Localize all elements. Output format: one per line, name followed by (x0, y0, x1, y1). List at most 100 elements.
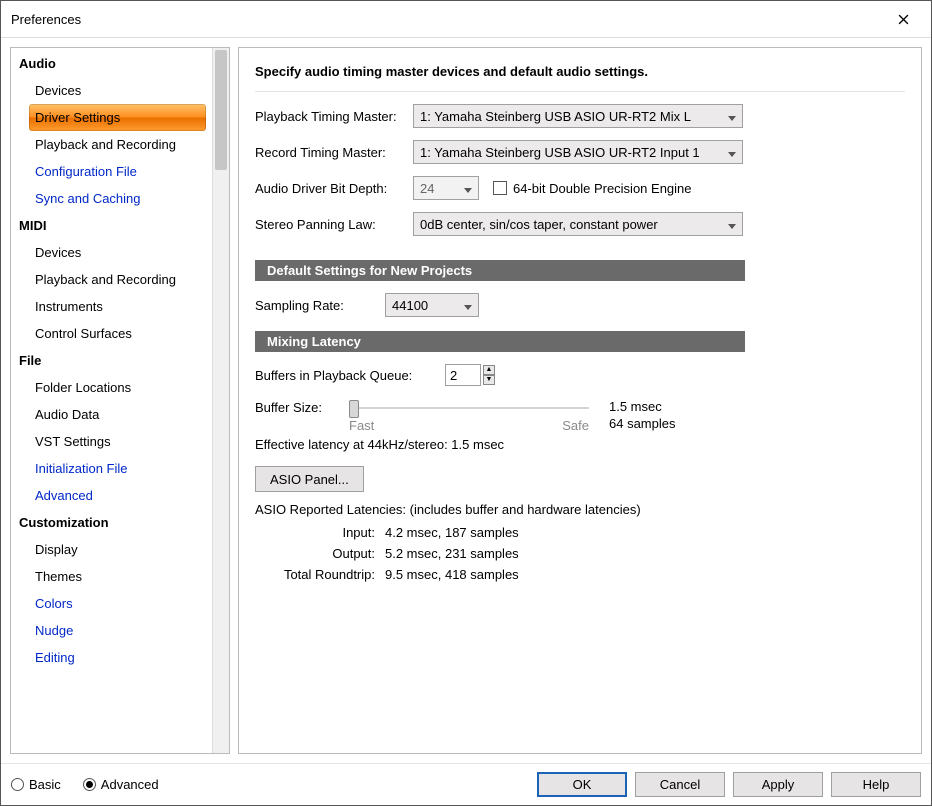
panning-law-label: Stereo Panning Law: (255, 217, 413, 232)
playback-master-value: 1: Yamaha Steinberg USB ASIO UR-RT2 Mix … (420, 109, 691, 124)
reported-latencies-heading: ASIO Reported Latencies: (includes buffe… (255, 502, 905, 517)
sidebar-section-header: MIDI (13, 212, 212, 239)
sidebar-item[interactable]: Sync and Caching (13, 185, 212, 212)
preferences-window: Preferences AudioDevicesDriver SettingsP… (0, 0, 932, 806)
panning-law-value: 0dB center, sin/cos taper, constant powe… (420, 217, 658, 232)
slider-thumb[interactable] (349, 400, 359, 418)
chevron-down-icon (728, 145, 736, 160)
buffer-size-slider[interactable] (349, 398, 589, 418)
buffer-size-samples: 64 samples (609, 415, 675, 432)
radio-dot-icon (86, 781, 93, 788)
buffers-queue-label: Buffers in Playback Queue: (255, 368, 445, 383)
scrollbar-thumb[interactable] (215, 50, 227, 170)
sidebar-item[interactable]: Driver Settings (29, 104, 206, 131)
mode-advanced-radio-group[interactable]: Advanced (83, 777, 159, 792)
sidebar-section-header: Audio (13, 50, 212, 77)
double-precision-label: 64-bit Double Precision Engine (513, 181, 692, 196)
bit-depth-value: 24 (420, 181, 434, 196)
double-precision-checkbox[interactable] (493, 181, 507, 195)
bit-depth-select[interactable]: 24 (413, 176, 479, 200)
sidebar-item[interactable]: Devices (13, 239, 212, 266)
mode-basic-radio[interactable] (11, 778, 24, 791)
record-master-select[interactable]: 1: Yamaha Steinberg USB ASIO UR-RT2 Inpu… (413, 140, 743, 164)
spinner-down[interactable]: ▼ (483, 375, 495, 385)
mode-advanced-label: Advanced (101, 777, 159, 792)
buffers-queue-row: Buffers in Playback Queue: ▲ ▼ (255, 364, 905, 386)
buffers-queue-spinner: ▲ ▼ (483, 365, 495, 385)
reported-input-value: 4.2 msec, 187 samples (385, 525, 519, 540)
dialog-body: AudioDevicesDriver SettingsPlayback and … (1, 38, 931, 763)
slider-safe-label: Safe (562, 418, 589, 433)
record-master-value: 1: Yamaha Steinberg USB ASIO UR-RT2 Inpu… (420, 145, 700, 160)
page-heading: Specify audio timing master devices and … (255, 60, 905, 92)
sidebar-tree[interactable]: AudioDevicesDriver SettingsPlayback and … (11, 48, 212, 753)
close-icon (898, 14, 909, 25)
section-default-settings: Default Settings for New Projects (255, 260, 745, 281)
sidebar-item[interactable]: Devices (13, 77, 212, 104)
sidebar-item[interactable]: Advanced (13, 482, 212, 509)
playback-master-select[interactable]: 1: Yamaha Steinberg USB ASIO UR-RT2 Mix … (413, 104, 743, 128)
slider-fast-label: Fast (349, 418, 374, 433)
mode-basic-radio-group[interactable]: Basic (11, 777, 61, 792)
sidebar-item[interactable]: Playback and Recording (13, 266, 212, 293)
sidebar-item[interactable]: VST Settings (13, 428, 212, 455)
reported-output-label: Output: (255, 546, 385, 561)
slider-track-line (349, 407, 589, 409)
buffer-size-row: Buffer Size: Fast Safe 1.5 msec 64 sampl… (255, 398, 905, 433)
panning-law-select[interactable]: 0dB center, sin/cos taper, constant powe… (413, 212, 743, 236)
main-panel: Specify audio timing master devices and … (238, 47, 922, 754)
sampling-rate-row: Sampling Rate: 44100 (255, 293, 905, 317)
close-button[interactable] (885, 7, 921, 31)
spinner-up[interactable]: ▲ (483, 365, 495, 375)
sidebar: AudioDevicesDriver SettingsPlayback and … (10, 47, 230, 754)
chevron-down-icon (728, 109, 736, 124)
double-precision-checkbox-row: 64-bit Double Precision Engine (493, 181, 692, 196)
section-mixing-latency: Mixing Latency (255, 331, 745, 352)
buffer-size-time: 1.5 msec (609, 398, 675, 415)
bit-depth-label: Audio Driver Bit Depth: (255, 181, 413, 196)
ok-button[interactable]: OK (537, 772, 627, 797)
sampling-rate-select[interactable]: 44100 (385, 293, 479, 317)
chevron-down-icon (464, 298, 472, 313)
apply-button[interactable]: Apply (733, 772, 823, 797)
cancel-button[interactable]: Cancel (635, 772, 725, 797)
chevron-down-icon (728, 217, 736, 232)
titlebar: Preferences (1, 1, 931, 38)
sidebar-item[interactable]: Colors (13, 590, 212, 617)
sidebar-item[interactable]: Audio Data (13, 401, 212, 428)
sidebar-item[interactable]: Control Surfaces (13, 320, 212, 347)
buffers-queue-stepper: ▲ ▼ (445, 364, 495, 386)
footer-buttons: OK Cancel Apply Help (537, 772, 921, 797)
sidebar-item[interactable]: Configuration File (13, 158, 212, 185)
sidebar-section-header: Customization (13, 509, 212, 536)
sampling-rate-label: Sampling Rate: (255, 298, 385, 313)
sidebar-item[interactable]: Initialization File (13, 455, 212, 482)
help-button[interactable]: Help (831, 772, 921, 797)
record-master-label: Record Timing Master: (255, 145, 413, 160)
sidebar-item[interactable]: Folder Locations (13, 374, 212, 401)
sidebar-item[interactable]: Instruments (13, 293, 212, 320)
mode-basic-label: Basic (29, 777, 61, 792)
sidebar-item[interactable]: Editing (13, 644, 212, 671)
asio-panel-label: ASIO Panel... (270, 472, 349, 487)
reported-total-value: 9.5 msec, 418 samples (385, 567, 519, 582)
sidebar-item[interactable]: Themes (13, 563, 212, 590)
playback-master-label: Playback Timing Master: (255, 109, 413, 124)
mode-advanced-radio[interactable] (83, 778, 96, 791)
sampling-rate-value: 44100 (392, 298, 428, 313)
record-master-row: Record Timing Master: 1: Yamaha Steinber… (255, 140, 905, 164)
sidebar-item[interactable]: Display (13, 536, 212, 563)
chevron-down-icon (464, 181, 472, 196)
buffer-size-info: 1.5 msec 64 samples (609, 398, 675, 432)
asio-panel-button[interactable]: ASIO Panel... (255, 466, 364, 492)
sidebar-item[interactable]: Playback and Recording (13, 131, 212, 158)
window-title: Preferences (11, 12, 81, 27)
effective-latency-text: Effective latency at 44kHz/stereo: 1.5 m… (255, 437, 905, 452)
reported-input-label: Input: (255, 525, 385, 540)
sidebar-scrollbar[interactable] (212, 48, 229, 753)
slider-range-labels: Fast Safe (349, 418, 589, 433)
buffers-queue-input[interactable] (445, 364, 481, 386)
playback-master-row: Playback Timing Master: 1: Yamaha Steinb… (255, 104, 905, 128)
sidebar-item[interactable]: Nudge (13, 617, 212, 644)
buffer-size-slider-area: Fast Safe (349, 398, 589, 433)
